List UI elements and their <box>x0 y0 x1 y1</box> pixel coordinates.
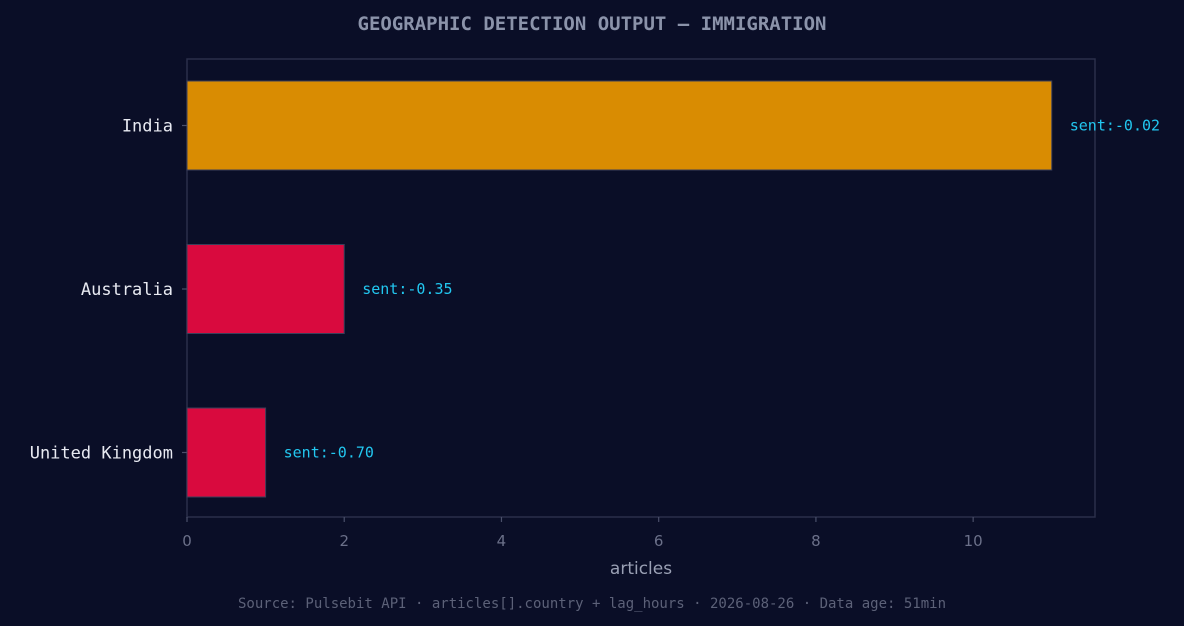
x-axis-label: articles <box>610 559 672 579</box>
source-note: Source: Pulsebit API · articles[].countr… <box>238 596 946 612</box>
category-label: India <box>122 117 173 137</box>
bar-united-kingdom <box>186 407 267 498</box>
x-tick-label: 0 <box>182 532 192 550</box>
chart: GEOGRAPHIC DETECTION OUTPUT — IMMIGRATIO… <box>0 0 1184 626</box>
bar-data-label: sent:-0.70 <box>284 444 374 462</box>
bar-data-label: sent:-0.02 <box>1070 117 1160 135</box>
chart-title: GEOGRAPHIC DETECTION OUTPUT — IMMIGRATIO… <box>358 13 827 35</box>
x-tick-label: 8 <box>811 532 821 550</box>
x-tick-label: 6 <box>654 532 664 550</box>
category-label: United Kingdom <box>30 444 173 464</box>
bar-india <box>186 80 1053 171</box>
x-tick-label: 4 <box>497 532 507 550</box>
category-label: Australia <box>81 280 173 300</box>
x-tick-label: 2 <box>339 532 349 550</box>
x-tick-label: 10 <box>964 532 983 550</box>
bar-australia <box>186 244 345 334</box>
bar-data-label: sent:-0.35 <box>362 280 452 298</box>
